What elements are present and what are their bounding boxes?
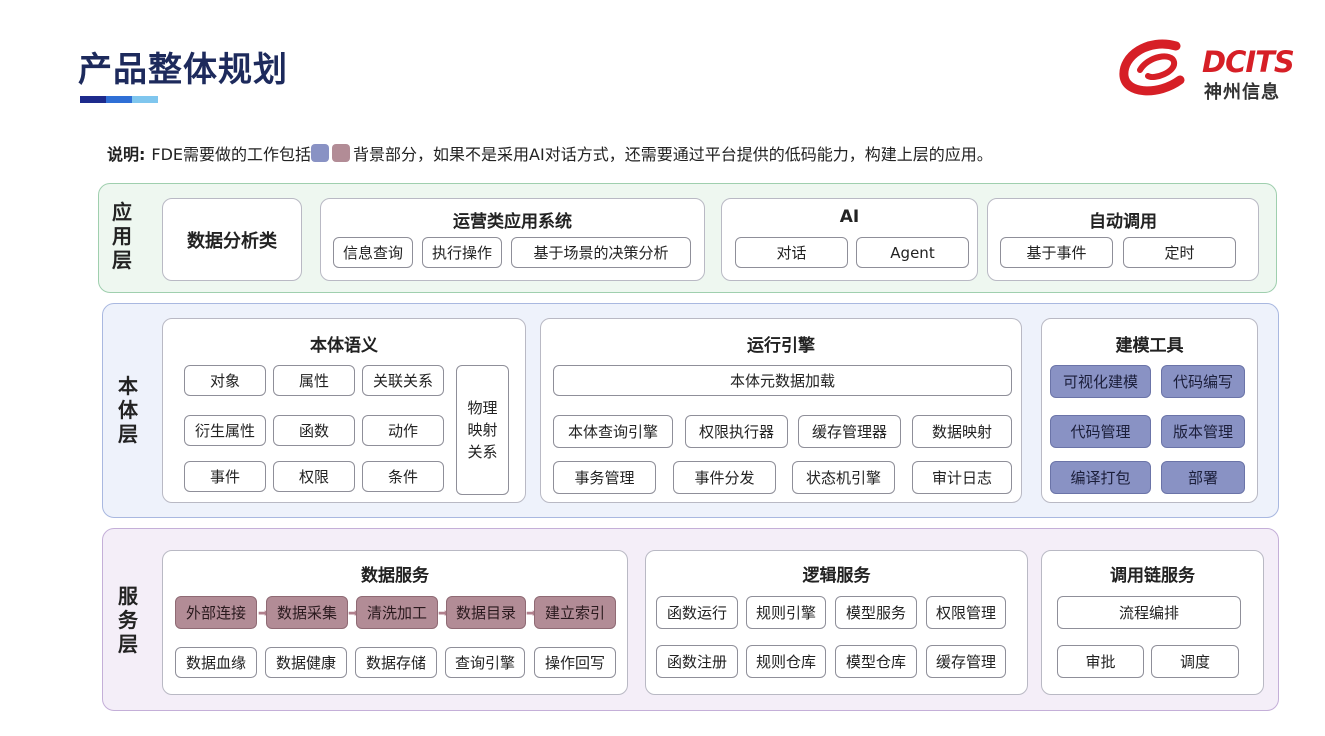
- pipeline-step: 清洗加工: [356, 596, 438, 629]
- logic-item: 权限管理: [926, 596, 1006, 629]
- chain-top-item: 流程编排: [1057, 596, 1241, 629]
- semantic-item: 动作: [362, 415, 444, 446]
- engine-title: 运行引擎: [747, 336, 815, 356]
- page-title: 产品整体规划: [78, 50, 288, 90]
- data-service-item: 操作回写: [534, 647, 616, 678]
- semantic-item: 权限: [273, 461, 355, 492]
- logic-item: 缓存管理: [926, 645, 1006, 678]
- logic-item: 规则仓库: [746, 645, 826, 678]
- logic-service-title: 逻辑服务: [802, 566, 871, 586]
- engine-item: 数据映射: [912, 415, 1012, 448]
- logo-brand: DCITS: [1202, 45, 1295, 79]
- semantic-item: 条件: [362, 461, 444, 492]
- tools-item: 代码管理: [1050, 415, 1151, 448]
- tools-item: 版本管理: [1161, 415, 1245, 448]
- semantic-item: 属性: [273, 365, 355, 396]
- tools-item: 可视化建模: [1050, 365, 1151, 398]
- note-text-before: FDE需要做的工作包括: [151, 145, 312, 164]
- data-service-item: 数据健康: [265, 647, 347, 678]
- semantic-item: 关联关系: [362, 365, 444, 396]
- engine-item: 缓存管理器: [798, 415, 901, 448]
- engine-item: 事件分发: [673, 461, 776, 494]
- ontology-layer-label: 本体层: [118, 374, 138, 446]
- engine-item: 审计日志: [912, 461, 1012, 494]
- semantic-item: 对象: [184, 365, 266, 396]
- engine-item: 本体查询引擎: [553, 415, 673, 448]
- auto-item: 定时: [1123, 237, 1236, 268]
- engine-item: 事务管理: [553, 461, 656, 494]
- chain-item: 调度: [1151, 645, 1239, 678]
- logic-item: 模型服务: [835, 596, 917, 629]
- logic-item: 规则引擎: [746, 596, 826, 629]
- note-label: 说明:: [107, 145, 146, 164]
- blue-swatch: [311, 144, 330, 162]
- data-service-item: 数据存储: [355, 647, 437, 678]
- data-service-item: 查询引擎: [445, 647, 525, 678]
- service-layer-label: 服务层: [118, 584, 138, 656]
- pipeline-step: 建立索引: [534, 596, 616, 629]
- tools-item: 部署: [1161, 461, 1245, 494]
- logo-mark-icon: [1119, 39, 1185, 96]
- engine-item: 状态机引擎: [792, 461, 895, 494]
- call-chain-title: 调用链服务: [1110, 566, 1195, 586]
- pipeline-step: 外部连接: [175, 596, 257, 629]
- ai-item: Agent: [856, 237, 969, 268]
- ai-title: AI: [839, 207, 860, 227]
- ai-item: 对话: [735, 237, 848, 268]
- tools-item: 编译打包: [1050, 461, 1151, 494]
- note-line: 说明: FDE需要做的工作包括 背景部分，如果不是采用AI对话方式，还需要通过平…: [107, 141, 993, 165]
- title-underline-mid: [106, 96, 132, 103]
- pipeline-step: 数据目录: [446, 596, 526, 629]
- modeling-tools-title: 建模工具: [1115, 336, 1184, 356]
- note-text-after: 背景部分，如果不是采用AI对话方式，还需要通过平台提供的低码能力，构建上层的应用…: [353, 145, 993, 164]
- semantic-title: 本体语义: [310, 336, 378, 356]
- engine-top-item: 本体元数据加载: [553, 365, 1012, 396]
- auto-call-title: 自动调用: [1089, 212, 1157, 232]
- ops-item: 基于场景的决策分析: [511, 237, 691, 268]
- app-layer-label: 应用层: [112, 200, 132, 272]
- ops-item: 信息查询: [333, 237, 413, 268]
- logo-subtitle: 神州信息: [1204, 82, 1280, 103]
- auto-item: 基于事件: [1000, 237, 1113, 268]
- pipeline-step: 数据采集: [266, 596, 348, 629]
- engine-item: 权限执行器: [685, 415, 788, 448]
- title-underline-dark: [80, 96, 106, 103]
- logic-item: 模型仓库: [835, 645, 917, 678]
- ops-item: 执行操作: [422, 237, 502, 268]
- semantic-item: 事件: [184, 461, 266, 492]
- logic-item: 函数注册: [656, 645, 738, 678]
- semantic-item: 衍生属性: [184, 415, 266, 446]
- data-service-title: 数据服务: [361, 566, 429, 586]
- tools-item: 代码编写: [1161, 365, 1245, 398]
- data-service-item: 数据血缘: [175, 647, 257, 678]
- logic-item: 函数运行: [656, 596, 738, 629]
- semantic-item: 函数: [273, 415, 355, 446]
- physical-mapping-box: 物理 映射 关系: [456, 365, 509, 495]
- data-analysis-panel: 数据分析类: [162, 198, 302, 281]
- ops-app-title: 运营类应用系统: [453, 212, 572, 232]
- mauve-swatch: [332, 144, 351, 162]
- chain-item: 审批: [1057, 645, 1144, 678]
- title-underline-light: [132, 96, 158, 103]
